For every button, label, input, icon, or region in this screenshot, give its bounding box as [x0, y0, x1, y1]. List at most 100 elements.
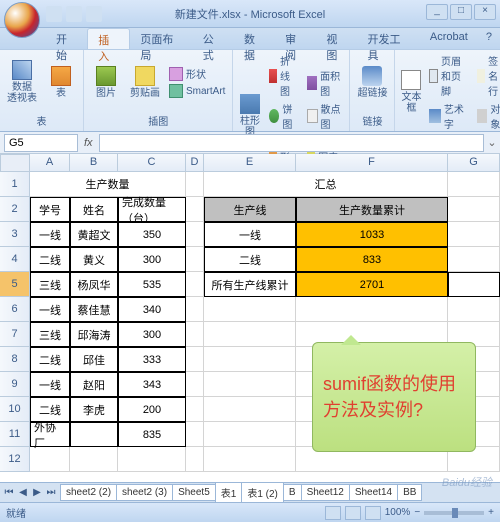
- table-button[interactable]: 表: [43, 52, 79, 112]
- undo-icon[interactable]: [66, 6, 82, 22]
- cell[interactable]: [186, 422, 204, 447]
- cell[interactable]: 邱佳: [70, 347, 118, 372]
- normal-view-button[interactable]: [325, 506, 341, 520]
- cell[interactable]: 姓名: [70, 197, 118, 222]
- sheet-tab[interactable]: 表1 (2): [241, 482, 284, 503]
- tab-review[interactable]: 审阅: [275, 28, 316, 49]
- cell[interactable]: 邱海涛: [70, 322, 118, 347]
- row-header[interactable]: 3: [0, 222, 30, 247]
- cell[interactable]: [448, 222, 500, 247]
- cell[interactable]: [186, 447, 204, 472]
- tab-home[interactable]: 开始: [46, 28, 87, 49]
- sheet-tab[interactable]: sheet2 (2): [60, 484, 117, 501]
- row-header[interactable]: 10: [0, 397, 30, 422]
- prev-sheet-button[interactable]: ◀: [16, 487, 30, 498]
- select-all-corner[interactable]: [0, 154, 30, 172]
- clipart-button[interactable]: 剪贴画: [127, 52, 163, 112]
- column-header[interactable]: E: [204, 154, 296, 172]
- cell[interactable]: 一线: [30, 222, 70, 247]
- cell[interactable]: 200: [118, 397, 186, 422]
- cell[interactable]: 350: [118, 222, 186, 247]
- cell[interactable]: [448, 172, 500, 197]
- tab-acrobat[interactable]: Acrobat: [420, 28, 478, 49]
- tab-formulas[interactable]: 公式: [193, 28, 234, 49]
- redo-icon[interactable]: [86, 6, 102, 22]
- column-header[interactable]: G: [448, 154, 500, 172]
- sheet-tab[interactable]: Sheet14: [349, 484, 398, 501]
- row-header[interactable]: 7: [0, 322, 30, 347]
- cell[interactable]: 生产线: [204, 197, 296, 222]
- row-header[interactable]: 9: [0, 372, 30, 397]
- sheet-tab[interactable]: Sheet12: [301, 484, 350, 501]
- cell[interactable]: 833: [296, 247, 448, 272]
- sheet-area[interactable]: ABCDEFG 123456789101112 生产数量学号姓名完成数量（台）一…: [0, 154, 500, 482]
- column-header[interactable]: D: [186, 154, 204, 172]
- zoom-level[interactable]: 100%: [385, 507, 411, 518]
- sheet-tab[interactable]: BB: [397, 484, 422, 501]
- column-header[interactable]: A: [30, 154, 70, 172]
- formula-input[interactable]: [99, 134, 484, 152]
- cell[interactable]: [186, 222, 204, 247]
- close-button[interactable]: ×: [474, 4, 496, 20]
- save-icon[interactable]: [46, 6, 62, 22]
- cell[interactable]: 835: [118, 422, 186, 447]
- cell[interactable]: 535: [118, 272, 186, 297]
- cell[interactable]: 二线: [30, 247, 70, 272]
- cell[interactable]: [204, 347, 296, 372]
- cell[interactable]: 1033: [296, 222, 448, 247]
- cell[interactable]: 340: [118, 297, 186, 322]
- cell[interactable]: [186, 322, 204, 347]
- cell[interactable]: 三线: [30, 322, 70, 347]
- zoom-in-button[interactable]: +: [488, 507, 494, 518]
- next-sheet-button[interactable]: ▶: [30, 487, 44, 498]
- cell[interactable]: 一线: [30, 297, 70, 322]
- area-chart-button[interactable]: 面积图: [304, 67, 346, 99]
- shapes-button[interactable]: 形状: [166, 65, 228, 82]
- cell[interactable]: [118, 447, 186, 472]
- cell[interactable]: 二线: [204, 247, 296, 272]
- cell[interactable]: [186, 297, 204, 322]
- cell[interactable]: 外协厂: [30, 422, 70, 447]
- cell[interactable]: [70, 447, 118, 472]
- cell[interactable]: [204, 422, 296, 447]
- fx-icon[interactable]: fx: [78, 137, 99, 149]
- cell[interactable]: 黄义: [70, 247, 118, 272]
- name-box[interactable]: [4, 134, 78, 152]
- sheet-tab[interactable]: Sheet5: [172, 484, 216, 501]
- cell[interactable]: [204, 372, 296, 397]
- cell[interactable]: 完成数量（台）: [118, 197, 186, 222]
- hyperlink-button[interactable]: 超链接: [354, 52, 390, 112]
- cell[interactable]: 赵阳: [70, 372, 118, 397]
- column-header[interactable]: C: [118, 154, 186, 172]
- tab-view[interactable]: 视图: [316, 28, 357, 49]
- row-header[interactable]: 1: [0, 172, 30, 197]
- cell[interactable]: [448, 197, 500, 222]
- page-break-view-button[interactable]: [365, 506, 381, 520]
- pie-chart-button[interactable]: 饼图: [266, 100, 301, 132]
- callout-shape[interactable]: sumif函数的使用方法及实例?: [312, 342, 476, 452]
- cell[interactable]: 二线: [30, 347, 70, 372]
- cell[interactable]: 300: [118, 247, 186, 272]
- cell[interactable]: [186, 247, 204, 272]
- office-button[interactable]: [4, 2, 40, 38]
- first-sheet-button[interactable]: ⏮: [2, 487, 16, 498]
- cell[interactable]: [30, 447, 70, 472]
- cell[interactable]: 李虎: [70, 397, 118, 422]
- pivot-table-button[interactable]: 数据 透视表: [4, 52, 40, 112]
- cell[interactable]: [448, 247, 500, 272]
- cell[interactable]: [186, 272, 204, 297]
- row-header[interactable]: 8: [0, 347, 30, 372]
- cell[interactable]: [186, 172, 204, 197]
- cell[interactable]: [186, 347, 204, 372]
- maximize-button[interactable]: □: [450, 4, 472, 20]
- cell[interactable]: 三线: [30, 272, 70, 297]
- cell[interactable]: [204, 447, 296, 472]
- row-header[interactable]: 2: [0, 197, 30, 222]
- row-header[interactable]: 4: [0, 247, 30, 272]
- cell[interactable]: 343: [118, 372, 186, 397]
- expand-formula-icon[interactable]: ⌄: [484, 136, 500, 149]
- sheet-tab[interactable]: 表1: [215, 482, 243, 503]
- tab-developer[interactable]: 开发工具: [358, 28, 420, 49]
- object-button[interactable]: 对象: [474, 100, 500, 132]
- cell[interactable]: [448, 272, 500, 297]
